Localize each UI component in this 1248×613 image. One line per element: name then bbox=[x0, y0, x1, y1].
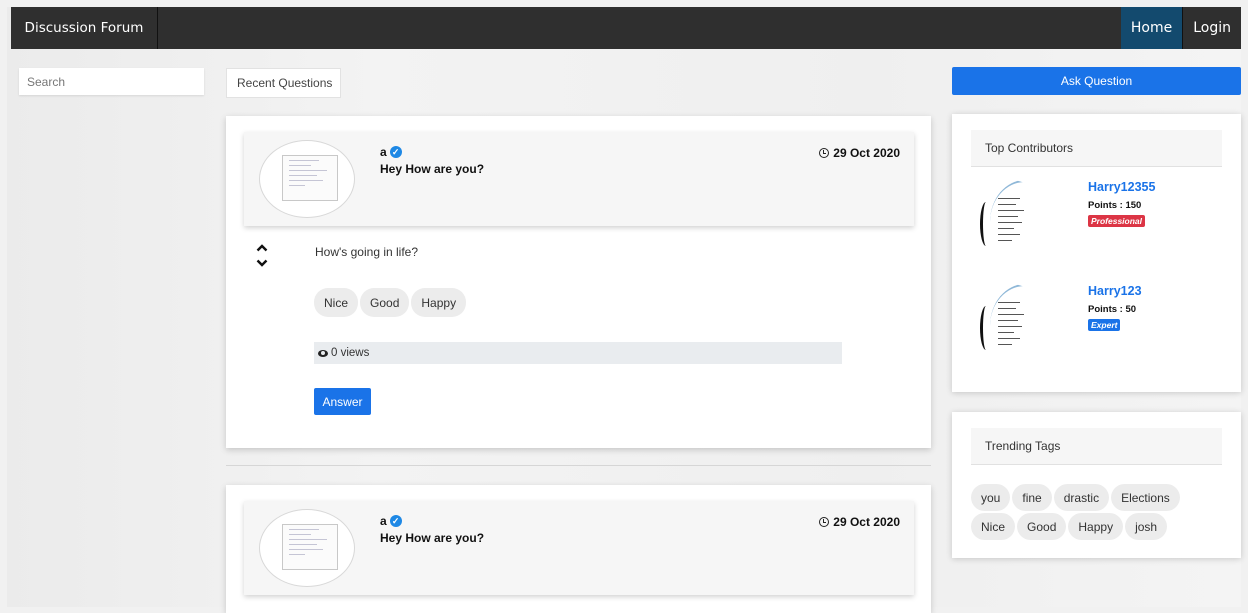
tag-chip[interactable]: Elections bbox=[1111, 484, 1180, 511]
question-card: a ✓ Hey How are you? 29 Oct 2020 How's g… bbox=[226, 116, 931, 448]
question-header: a ✓ Hey How are you? 29 Oct 2020 bbox=[244, 501, 914, 595]
author-row: a ✓ bbox=[380, 514, 402, 528]
top-contributors-card: Top Contributors Harry12355 Points : 150… bbox=[952, 114, 1241, 392]
question-tags: Nice Good Happy bbox=[314, 288, 467, 317]
avatar-image bbox=[282, 524, 338, 570]
tag-chip[interactable]: you bbox=[971, 484, 1011, 511]
question-card: a ✓ Hey How are you? 29 Oct 2020 bbox=[226, 485, 931, 613]
tag-chip[interactable]: josh bbox=[1125, 513, 1168, 540]
rank-badge: Expert bbox=[1088, 319, 1121, 331]
top-contributors-title: Top Contributors bbox=[971, 130, 1222, 167]
views-counter: 0 views bbox=[314, 342, 842, 364]
question-date: 29 Oct 2020 bbox=[819, 146, 900, 160]
contributor-points: Points : 150 bbox=[1088, 200, 1142, 211]
trending-tags-card: Trending Tags you fine drastic Elections… bbox=[952, 412, 1241, 558]
contributor-name[interactable]: Harry123 bbox=[1088, 284, 1142, 298]
eye-icon bbox=[318, 349, 328, 357]
contributor-item: Harry12355 Points : 150 Professional bbox=[976, 180, 1216, 270]
author-row: a ✓ bbox=[380, 145, 402, 159]
contributor-name[interactable]: Harry12355 bbox=[1088, 180, 1155, 194]
navbar: Discussion Forum Home Login bbox=[11, 7, 1241, 49]
tag-chip[interactable]: Nice bbox=[314, 288, 359, 317]
date-text: 29 Oct 2020 bbox=[833, 146, 900, 160]
tag-chip[interactable]: Good bbox=[360, 288, 410, 317]
brand-link[interactable]: Discussion Forum bbox=[11, 7, 158, 49]
clock-icon bbox=[819, 148, 830, 158]
author-name[interactable]: a bbox=[380, 145, 387, 159]
tag-chip[interactable]: Happy bbox=[411, 288, 467, 317]
contributor-avatar[interactable] bbox=[976, 180, 1046, 264]
nav-login-link[interactable]: Login bbox=[1183, 7, 1241, 49]
contributor-points: Points : 50 bbox=[1088, 304, 1137, 315]
question-title[interactable]: Hey How are you? bbox=[380, 162, 484, 176]
nav-links: Home Login bbox=[1120, 7, 1241, 49]
trending-tags-title: Trending Tags bbox=[971, 428, 1222, 465]
section-divider bbox=[226, 465, 931, 466]
tag-chip[interactable]: drastic bbox=[1053, 484, 1110, 511]
downvote-chevron-down-icon[interactable] bbox=[256, 259, 272, 268]
verified-check-icon: ✓ bbox=[389, 515, 402, 527]
upvote-chevron-up-icon[interactable] bbox=[256, 243, 272, 252]
author-avatar[interactable] bbox=[259, 140, 355, 218]
ask-question-button[interactable]: Ask Question bbox=[952, 67, 1241, 95]
verified-check-icon: ✓ bbox=[389, 146, 402, 158]
contributor-avatar[interactable] bbox=[976, 284, 1046, 368]
author-name[interactable]: a bbox=[380, 514, 387, 528]
contributor-item: Harry123 Points : 50 Expert bbox=[976, 284, 1216, 374]
nav-home-link[interactable]: Home bbox=[1120, 7, 1183, 49]
rank-badge: Professional bbox=[1088, 215, 1146, 227]
tag-chip[interactable]: Nice bbox=[971, 513, 1016, 540]
search-input[interactable] bbox=[19, 68, 204, 95]
tab-recent-questions[interactable]: Recent Questions bbox=[226, 68, 341, 98]
clock-icon bbox=[819, 517, 830, 527]
avatar-image bbox=[282, 155, 338, 201]
question-body: How's going in life? bbox=[315, 245, 419, 259]
answer-button[interactable]: Answer bbox=[314, 388, 371, 415]
question-title[interactable]: Hey How are you? bbox=[380, 531, 484, 545]
tag-chip[interactable]: fine bbox=[1012, 484, 1052, 511]
tag-chip[interactable]: Good bbox=[1017, 513, 1067, 540]
question-date: 29 Oct 2020 bbox=[819, 515, 900, 529]
date-text: 29 Oct 2020 bbox=[833, 515, 900, 529]
trending-tags-list: you fine drastic Elections Nice Good Hap… bbox=[971, 484, 1222, 540]
tag-chip[interactable]: Happy bbox=[1068, 513, 1124, 540]
author-avatar[interactable] bbox=[259, 509, 355, 587]
question-header: a ✓ Hey How are you? 29 Oct 2020 bbox=[244, 132, 914, 226]
views-text: 0 views bbox=[331, 347, 370, 359]
